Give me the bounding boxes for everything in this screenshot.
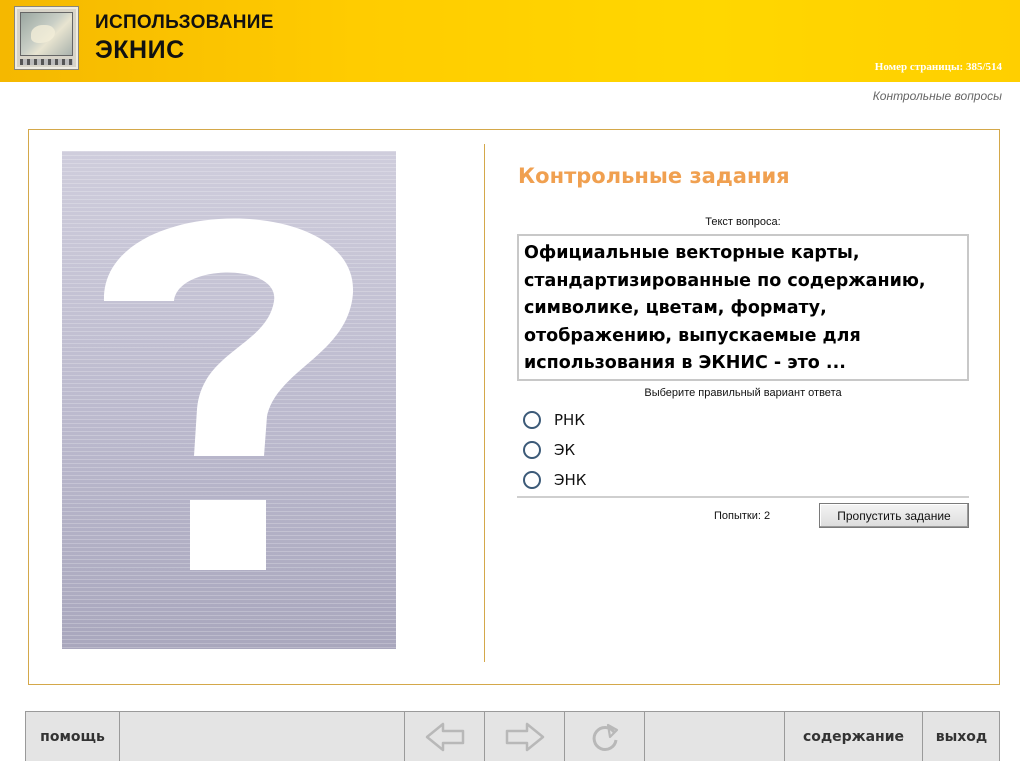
- help-button[interactable]: помощь: [26, 712, 120, 761]
- arrow-left-icon: [425, 722, 464, 751]
- question-text-line: использования в ЭКНИС - это ...: [524, 353, 846, 373]
- answer-option-rnk[interactable]: РНК: [523, 409, 585, 431]
- question-illustration: [62, 151, 396, 649]
- question-text-line: Официальные векторные карты,: [524, 243, 860, 263]
- question-text-box: Официальные векторные карты, стандартизи…: [517, 234, 969, 381]
- question-text-line: отображению, выпускаемые для: [524, 325, 861, 346]
- app-title-line2: ЭКНИС: [95, 36, 185, 64]
- ecdis-screen-image: [20, 12, 73, 56]
- arrow-right-icon: [505, 722, 544, 751]
- attempts-counter: Попытки: 2: [714, 510, 771, 522]
- answer-option-label: ЭК: [554, 441, 576, 459]
- page-number: Номер страницы: 385/514: [874, 61, 1002, 73]
- section-label: Контрольные вопросы: [872, 89, 1002, 103]
- horizontal-divider: [517, 496, 969, 498]
- vertical-divider: [484, 144, 485, 662]
- question-mark-icon: [103, 218, 354, 570]
- question-text-line: стандартизированные по содержанию,: [524, 270, 926, 291]
- refresh-icon: [592, 723, 618, 751]
- ecdis-logo: [14, 6, 79, 70]
- footer-spacer: [645, 712, 785, 761]
- answer-option-label: РНК: [554, 411, 585, 429]
- refresh-button[interactable]: [565, 712, 645, 761]
- question-label: Текст вопроса:: [705, 216, 781, 228]
- skip-task-button[interactable]: Пропустить задание: [819, 503, 969, 528]
- ecdis-keyboard-image: [20, 59, 73, 65]
- back-button[interactable]: [405, 712, 485, 761]
- contents-button[interactable]: содержание: [785, 712, 923, 761]
- answer-option-label: ЭНК: [554, 471, 587, 489]
- footer-nav: помощь содержание выход: [25, 711, 1000, 761]
- answer-option-enk[interactable]: ЭНК: [523, 469, 586, 491]
- forward-button[interactable]: [485, 712, 565, 761]
- answer-label: Выберите правильный вариант ответа: [644, 387, 842, 399]
- header-bar: ИСПОЛЬЗОВАНИЕ ЭКНИС Номер страницы: 385/…: [0, 0, 1020, 82]
- radio-button[interactable]: [523, 471, 541, 489]
- exit-button[interactable]: выход: [923, 712, 1000, 761]
- app-title-line1: ИСПОЛЬЗОВАНИЕ: [95, 12, 274, 33]
- answer-option-ek[interactable]: ЭК: [523, 439, 575, 461]
- radio-button[interactable]: [523, 411, 541, 429]
- content-frame: Контрольные задания Текст вопроса: Офици…: [28, 129, 1000, 685]
- question-text-line: символике, цветам, формату,: [524, 298, 827, 318]
- task-title: Контрольные задания: [518, 164, 790, 188]
- radio-button[interactable]: [523, 441, 541, 459]
- footer-spacer: [120, 712, 405, 761]
